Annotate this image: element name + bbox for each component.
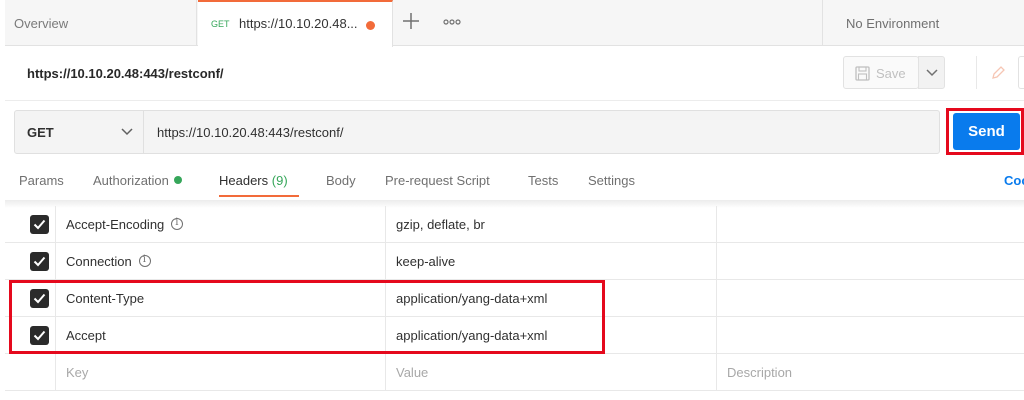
checkbox-cell — [5, 206, 56, 242]
request-title: https://10.10.20.48:443/restconf/ — [27, 66, 224, 81]
tab-request-title: https://10.10.20.48... — [239, 16, 358, 31]
environment-label: No Environment — [846, 16, 940, 31]
save-button[interactable]: Save — [843, 56, 919, 89]
save-button-label: Save — [876, 66, 906, 81]
chevron-down-icon — [121, 128, 133, 136]
header-key[interactable]: Accept-Encoding — [66, 217, 184, 232]
column-divider — [716, 243, 717, 279]
header-key-text: Accept-Encoding — [66, 217, 165, 232]
status-dot-icon — [173, 176, 182, 184]
url-input[interactable] — [145, 111, 939, 153]
column-divider — [716, 354, 717, 390]
tab-headers-label: Headers — [219, 173, 269, 188]
tab-prerequest-script[interactable]: Pre-request Script — [385, 173, 490, 188]
cookies-link[interactable]: Coo — [1004, 173, 1024, 188]
environment-selector[interactable]: No Environment — [822, 0, 1024, 46]
column-divider — [716, 280, 717, 316]
comments-button[interactable] — [1018, 56, 1024, 89]
tab-bar: Overview GET https://10.10.20.48... No E… — [5, 0, 1024, 47]
column-divider — [385, 206, 386, 242]
pencil-icon — [992, 66, 1005, 79]
new-description-input[interactable]: Description — [727, 365, 792, 380]
tab-method-label: GET — [211, 19, 230, 29]
edit-button[interactable] — [976, 56, 1016, 89]
tab-settings[interactable]: Settings — [588, 173, 635, 188]
request-title-row: https://10.10.20.48:443/restconf/ Save — [5, 47, 1024, 101]
new-value-input[interactable]: Value — [396, 365, 428, 380]
rows-highlight-box — [9, 280, 605, 354]
header-key[interactable]: Connection — [66, 254, 151, 269]
request-subtabs: Params Authorization Headers (9) Body Pr… — [5, 165, 1024, 199]
checkmark-icon — [33, 219, 46, 230]
tab-body[interactable]: Body — [326, 173, 356, 188]
tab-authorization[interactable]: Authorization — [93, 173, 182, 188]
table-row: Accept-Encoding gzip, deflate, br — [5, 206, 1024, 243]
save-options-button[interactable] — [918, 56, 945, 89]
method-select[interactable]: GET — [15, 111, 144, 153]
tab-tests[interactable]: Tests — [528, 173, 558, 188]
header-value[interactable]: keep-alive — [396, 254, 455, 269]
column-divider — [716, 206, 717, 242]
header-checkbox[interactable] — [30, 252, 49, 271]
info-icon[interactable] — [138, 254, 151, 267]
tab-headers[interactable]: Headers (9) — [219, 173, 288, 188]
unsaved-dot-icon — [366, 21, 375, 30]
more-options-icon[interactable] — [443, 14, 461, 30]
save-icon — [855, 66, 870, 81]
column-divider — [385, 243, 386, 279]
send-button[interactable]: Send — [953, 113, 1020, 150]
column-divider — [716, 317, 717, 353]
chevron-down-icon — [926, 69, 938, 77]
table-row: Connection keep-alive — [5, 243, 1024, 280]
tab-authorization-label: Authorization — [93, 173, 169, 188]
headers-count-badge: (9) — [271, 173, 288, 188]
tab-params[interactable]: Params — [19, 173, 64, 188]
new-key-input[interactable]: Key — [66, 365, 88, 380]
tab-request-active[interactable]: GET https://10.10.20.48... — [198, 0, 393, 47]
header-key-text: Connection — [66, 254, 132, 269]
active-tab-indicator — [219, 195, 299, 197]
info-icon[interactable] — [171, 217, 184, 230]
checkbox-cell — [5, 243, 56, 279]
table-row-new: Key Value Description — [5, 354, 1024, 391]
tab-overview[interactable]: Overview — [5, 0, 197, 46]
checkmark-icon — [33, 256, 46, 267]
header-value[interactable]: gzip, deflate, br — [396, 217, 485, 232]
column-divider — [385, 354, 386, 390]
request-url-bar: GET — [14, 110, 940, 154]
new-tab-plus-icon[interactable] — [402, 10, 420, 32]
tab-overview-label: Overview — [14, 16, 69, 31]
checkbox-cell — [5, 354, 56, 390]
method-select-label: GET — [27, 125, 54, 140]
header-checkbox[interactable] — [30, 215, 49, 234]
